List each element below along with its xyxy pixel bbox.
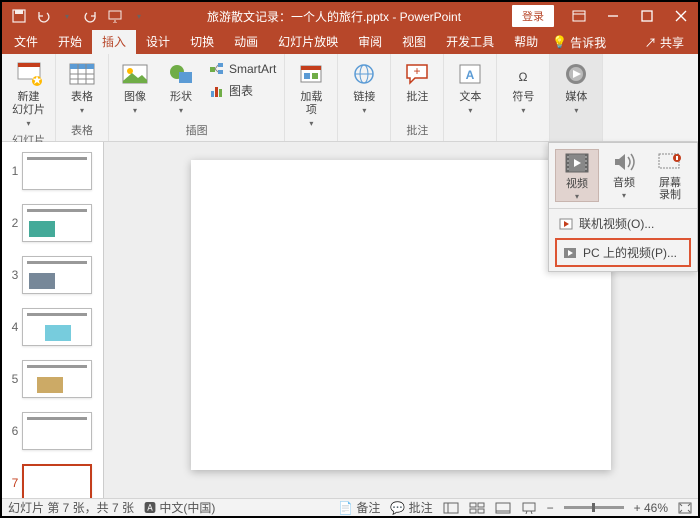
comment-icon: + [401, 59, 433, 89]
normal-view-icon[interactable] [443, 502, 459, 514]
shapes-button[interactable]: 形状 ▾ [159, 56, 203, 118]
minimize-icon[interactable] [596, 2, 630, 30]
table-icon [66, 59, 98, 89]
comments-button[interactable]: + 批注 [395, 56, 439, 107]
tab-insert[interactable]: 插入 [92, 30, 136, 54]
addins-icon [295, 59, 327, 89]
qat-customize-icon[interactable]: ▾ [128, 5, 150, 27]
thumb-6[interactable] [22, 412, 92, 450]
links-button[interactable]: 链接 ▾ [342, 56, 386, 118]
fit-window-icon[interactable] [678, 502, 692, 514]
textbox-button[interactable]: A 文本 ▾ [448, 56, 492, 118]
audio-icon [610, 149, 638, 175]
media-icon [560, 59, 592, 89]
tab-home[interactable]: 开始 [48, 30, 92, 54]
video-button[interactable]: 视频 ▾ [555, 149, 599, 202]
media-button[interactable]: 媒体 ▾ [554, 56, 598, 118]
chart-icon [209, 84, 225, 98]
undo-icon[interactable] [32, 5, 54, 27]
reading-view-icon[interactable] [495, 502, 511, 514]
tab-file[interactable]: 文件 [4, 30, 48, 54]
chart-button[interactable]: 图表 [205, 80, 280, 101]
svg-text:+: + [414, 64, 421, 78]
ribbon-tabs: 文件 开始 插入 设计 切换 动画 幻灯片放映 审阅 视图 开发工具 帮助 💡 … [2, 30, 698, 54]
symbol-icon: Ω [507, 59, 539, 89]
redo-icon[interactable] [80, 5, 102, 27]
link-icon [348, 59, 380, 89]
tab-slideshow[interactable]: 幻灯片放映 [268, 30, 348, 54]
tab-transitions[interactable]: 切换 [180, 30, 224, 54]
tab-review[interactable]: 审阅 [348, 30, 392, 54]
screen-record-icon [656, 149, 684, 175]
titlebar: ▾ ▾ 旅游散文记录：一个人的旅行.pptx - PowerPoint 登录 [2, 2, 698, 30]
tab-design[interactable]: 设计 [136, 30, 180, 54]
tab-animations[interactable]: 动画 [224, 30, 268, 54]
comments-toggle[interactable]: 💬 批注 [390, 499, 432, 516]
share-button[interactable]: ↗ 共享 [633, 34, 696, 51]
new-slide-button[interactable]: ★ 新建 幻灯片 ▾ [6, 56, 51, 131]
tab-view[interactable]: 视图 [392, 30, 436, 54]
statusbar: 幻灯片 第 7 张，共 7 张 🅰 中文(中国) 📄 备注 💬 批注 − + 4… [2, 498, 698, 516]
tab-developer[interactable]: 开发工具 [436, 30, 504, 54]
video-icon [563, 150, 591, 176]
text-icon: A [454, 59, 486, 89]
thumb-1[interactable] [22, 152, 92, 190]
close-icon[interactable] [664, 2, 698, 30]
ribbon: ★ 新建 幻灯片 ▾ 幻灯片 表格 ▾ 表格 图像 ▾ 形状 [2, 54, 698, 142]
new-slide-icon: ★ [13, 59, 45, 89]
zoom-level[interactable]: + 46% [634, 501, 668, 515]
slide-thumbnails[interactable]: 1 2 3 4 5 6 7 [2, 142, 104, 498]
thumb-4[interactable] [22, 308, 92, 346]
pc-video-icon [563, 247, 577, 259]
tab-help[interactable]: 帮助 [504, 30, 548, 54]
symbols-button[interactable]: Ω 符号 ▾ [501, 56, 545, 118]
pc-video-item[interactable]: PC 上的视频(P)... [555, 238, 691, 267]
ribbon-display-icon[interactable] [562, 2, 596, 30]
svg-text:A: A [466, 68, 475, 82]
shapes-icon [165, 59, 197, 89]
thumb-7[interactable] [22, 464, 92, 498]
table-button[interactable]: 表格 ▾ [60, 56, 104, 118]
slide-counter[interactable]: 幻灯片 第 7 张，共 7 张 [8, 499, 134, 516]
zoom-slider[interactable] [564, 506, 624, 509]
svg-text:★: ★ [31, 73, 42, 87]
screen-record-button[interactable]: 屏幕 录制 [649, 149, 691, 202]
slideshow-icon[interactable] [104, 5, 126, 27]
images-button[interactable]: 图像 ▾ [113, 56, 157, 118]
tell-me[interactable]: 💡 告诉我 [552, 34, 606, 51]
undo-dropdown-icon[interactable]: ▾ [56, 5, 78, 27]
window-title: 旅游散文记录：一个人的旅行.pptx - PowerPoint [156, 8, 512, 25]
slideshow-view-icon[interactable] [521, 502, 537, 514]
media-dropdown-panel: 视频 ▾ 音频 ▾ 屏幕 录制 联机视频(O)... PC 上的视频(P)... [548, 142, 698, 272]
notes-button[interactable]: 📄 备注 [338, 499, 380, 516]
sorter-view-icon[interactable] [469, 502, 485, 514]
save-icon[interactable] [8, 5, 30, 27]
zoom-out-icon[interactable]: − [547, 501, 554, 515]
group-label-table: 表格 [60, 121, 104, 139]
login-button[interactable]: 登录 [512, 5, 554, 27]
smartart-button[interactable]: SmartArt [205, 60, 280, 78]
images-icon [119, 59, 151, 89]
audio-button[interactable]: 音频 ▾ [603, 149, 645, 202]
addins-button[interactable]: 加载 项 ▾ [289, 56, 333, 131]
online-video-item[interactable]: 联机视频(O)... [549, 211, 697, 236]
svg-text:Ω: Ω [519, 70, 528, 84]
smartart-icon [209, 62, 225, 76]
lightbulb-icon: 💡 [552, 35, 567, 49]
maximize-icon[interactable] [630, 2, 664, 30]
quick-access-toolbar: ▾ ▾ [2, 5, 156, 27]
group-label-illustrations: 插图 [113, 121, 280, 139]
language-status[interactable]: 🅰 中文(中国) [144, 499, 215, 516]
thumb-5[interactable] [22, 360, 92, 398]
group-label-comments: 批注 [395, 121, 439, 139]
online-video-icon [559, 218, 573, 230]
thumb-2[interactable] [22, 204, 92, 242]
thumb-3[interactable] [22, 256, 92, 294]
